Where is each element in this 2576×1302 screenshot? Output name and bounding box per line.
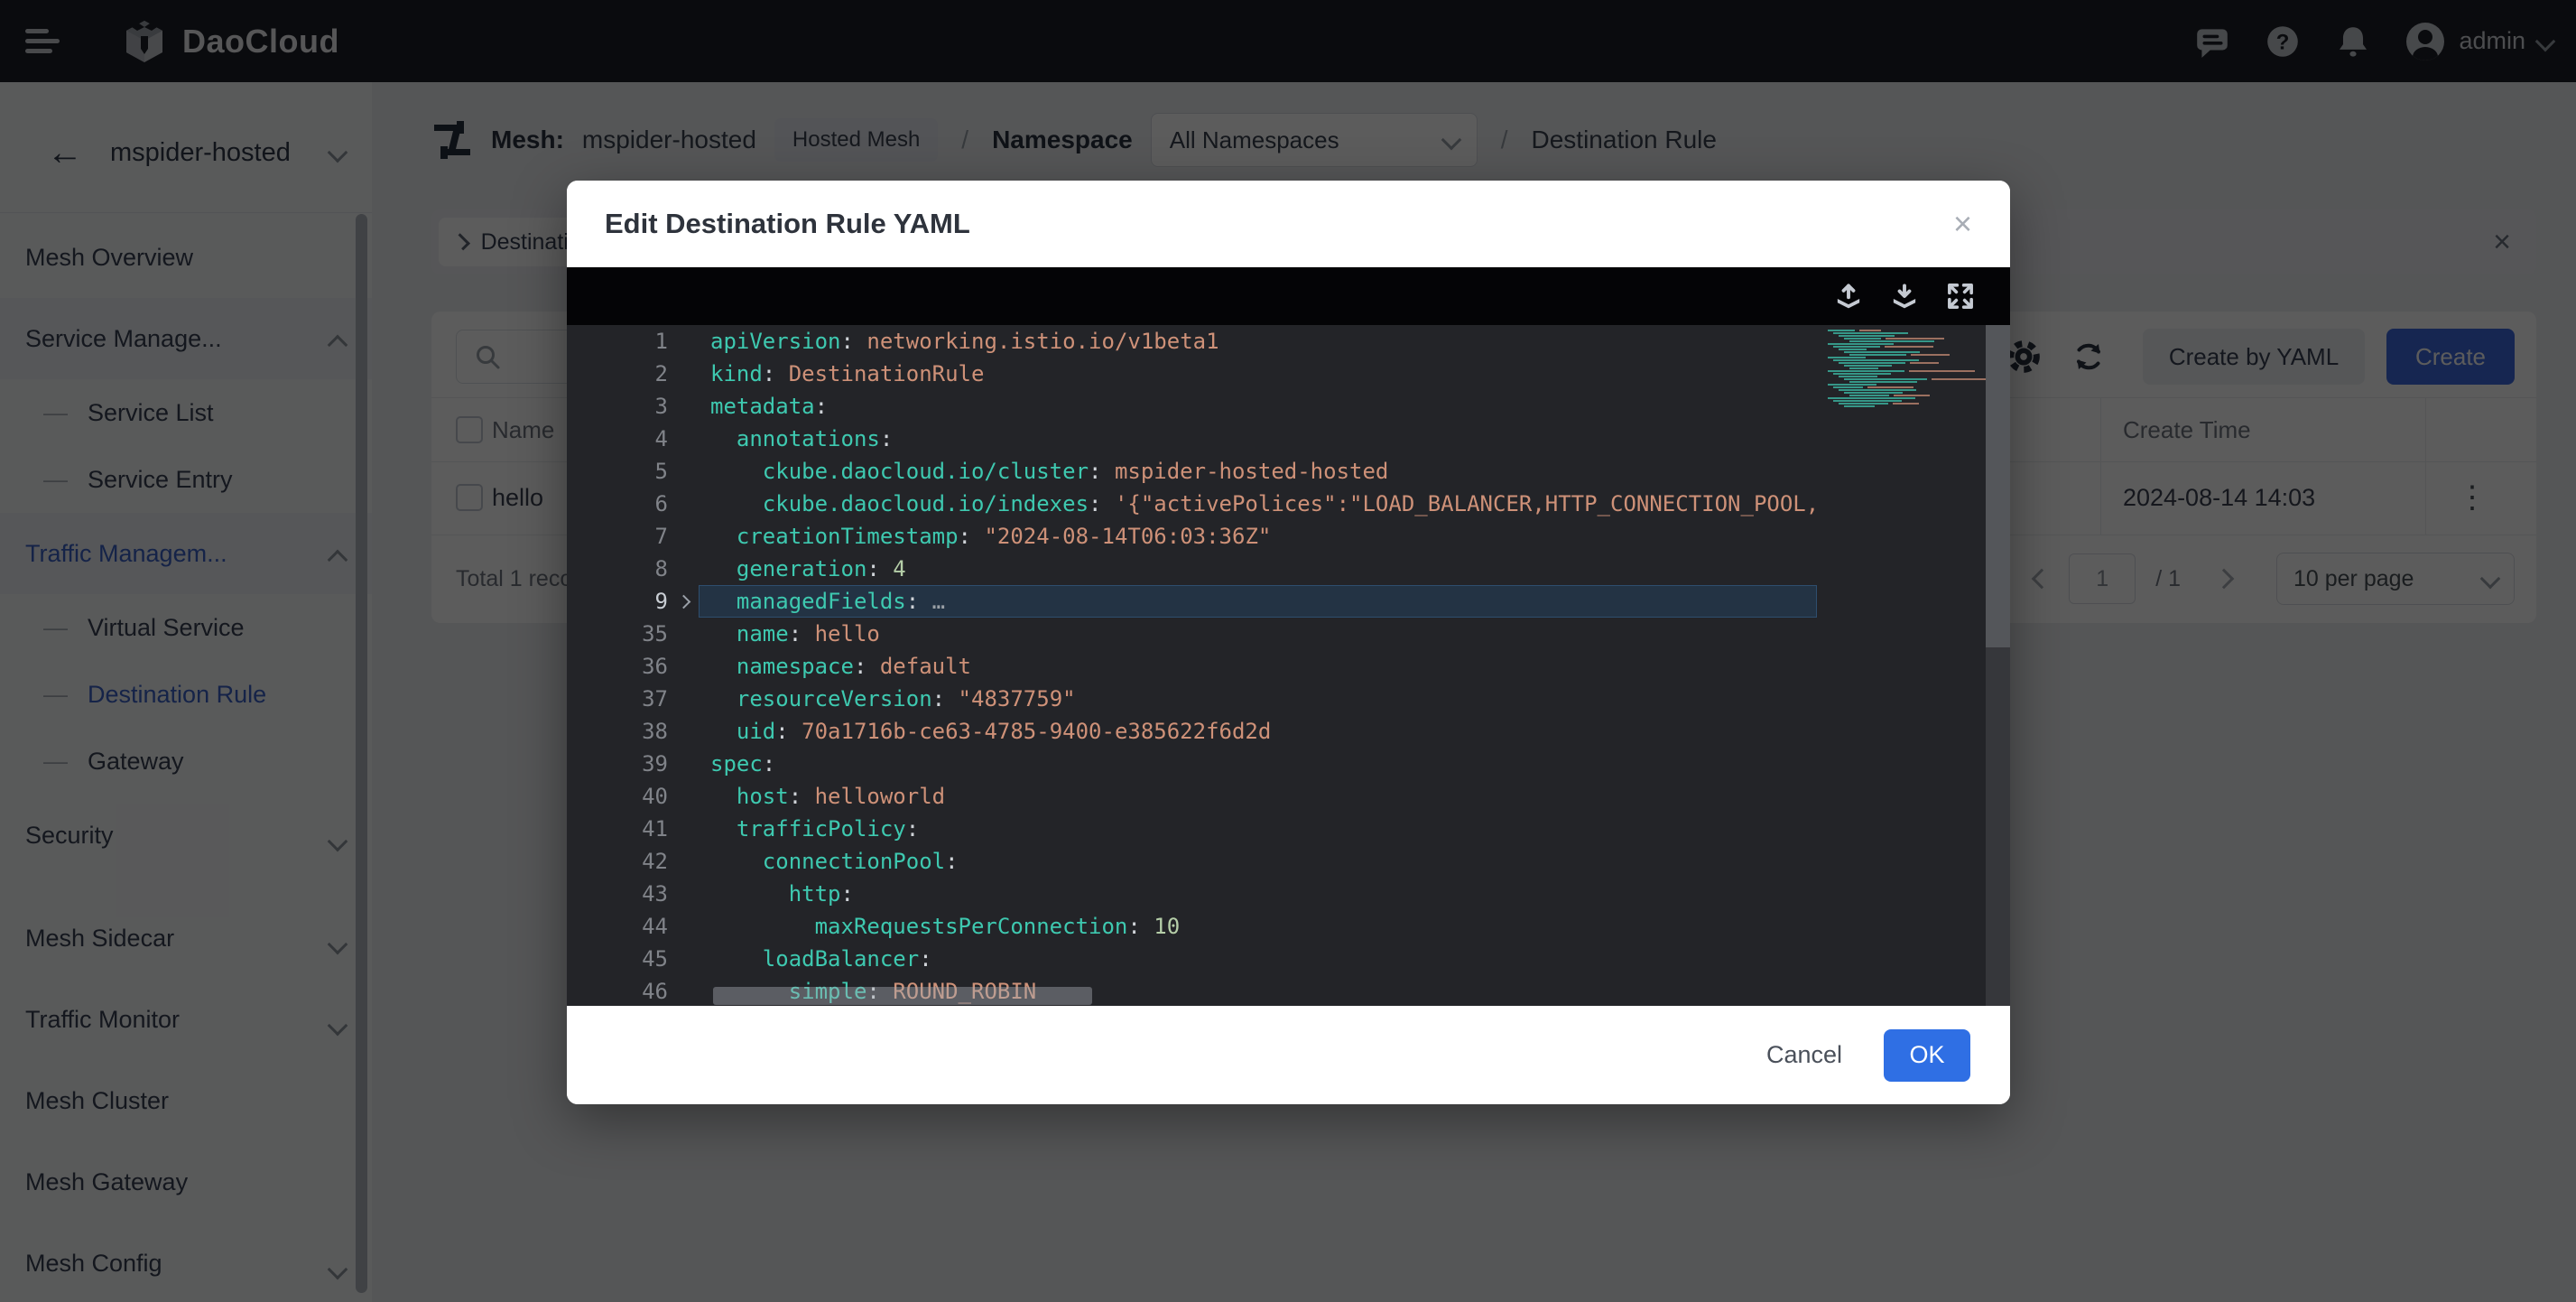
fold-spacer <box>668 488 699 520</box>
cancel-button[interactable]: Cancel <box>1766 1041 1842 1069</box>
code-line-45[interactable]: 45 loadBalancer: <box>567 943 1817 975</box>
fold-spacer <box>668 780 699 813</box>
fullscreen-icon[interactable] <box>1945 281 1976 312</box>
line-number: 46 <box>567 975 668 1006</box>
line-number: 39 <box>567 748 668 780</box>
code-line-8[interactable]: 8 generation: 4 <box>567 553 1817 585</box>
upload-yaml-icon[interactable] <box>1833 281 1864 312</box>
fold-spacer <box>668 553 699 585</box>
fold-spacer <box>668 683 699 715</box>
fold-spacer <box>668 748 699 780</box>
modal-title: Edit Destination Rule YAML <box>605 208 970 240</box>
fold-spacer <box>668 910 699 943</box>
fold-spacer <box>668 878 699 910</box>
code-line-35[interactable]: 35 name: hello <box>567 618 1817 650</box>
line-number: 2 <box>567 358 668 390</box>
app: DaoCloud ? admin <box>0 0 2576 1302</box>
edit-yaml-modal: Edit Destination Rule YAML × 1apiVersion… <box>567 181 2010 1104</box>
ok-button[interactable]: OK <box>1884 1029 1970 1082</box>
line-number: 1 <box>567 325 668 358</box>
line-number: 3 <box>567 390 668 423</box>
code-line-42[interactable]: 42 connectionPool: <box>567 845 1817 878</box>
fold-spacer <box>668 975 699 1006</box>
fold-spacer <box>668 325 699 358</box>
code-line-44[interactable]: 44 maxRequestsPerConnection: 10 <box>567 910 1817 943</box>
editor-toolbar <box>567 267 2010 325</box>
line-number: 5 <box>567 455 668 488</box>
line-number: 9 <box>567 585 668 618</box>
code-line-38[interactable]: 38 uid: 70a1716b-ce63-4785-9400-e385622f… <box>567 715 1817 748</box>
line-number: 41 <box>567 813 668 845</box>
line-number: 42 <box>567 845 668 878</box>
line-number: 7 <box>567 520 668 553</box>
editor-horizontal-scrollbar[interactable] <box>713 987 1092 1005</box>
line-number: 36 <box>567 650 668 683</box>
fold-spacer <box>668 358 699 390</box>
fold-spacer <box>668 943 699 975</box>
line-number: 38 <box>567 715 668 748</box>
modal-close-icon[interactable]: × <box>1953 208 1972 240</box>
line-number: 35 <box>567 618 668 650</box>
minimap-lines <box>1817 325 1986 407</box>
editor-code[interactable]: 1apiVersion: networking.istio.io/v1beta1… <box>567 325 1817 1006</box>
fold-spacer <box>668 715 699 748</box>
code-line-40[interactable]: 40 host: helloworld <box>567 780 1817 813</box>
code-line-3[interactable]: 3metadata: <box>567 390 1817 423</box>
code-line-39[interactable]: 39spec: <box>567 748 1817 780</box>
line-number: 43 <box>567 878 668 910</box>
code-line-7[interactable]: 7 creationTimestamp: "2024-08-14T06:03:3… <box>567 520 1817 553</box>
yaml-editor[interactable]: 1apiVersion: networking.istio.io/v1beta1… <box>567 325 2010 1006</box>
editor-vertical-scrollbar[interactable] <box>1986 325 2010 1006</box>
fold-spacer <box>668 845 699 878</box>
code-line-43[interactable]: 43 http: <box>567 878 1817 910</box>
fold-spacer <box>668 650 699 683</box>
code-line-1[interactable]: 1apiVersion: networking.istio.io/v1beta1 <box>567 325 1817 358</box>
fold-spacer <box>668 390 699 423</box>
code-line-5[interactable]: 5 ckube.daocloud.io/cluster: mspider-hos… <box>567 455 1817 488</box>
line-number: 4 <box>567 423 668 455</box>
fold-spacer <box>668 813 699 845</box>
fold-spacer <box>668 520 699 553</box>
code-line-9[interactable]: 9 managedFields: … <box>567 585 1817 618</box>
line-number: 44 <box>567 910 668 943</box>
line-number: 8 <box>567 553 668 585</box>
code-line-4[interactable]: 4 annotations: <box>567 423 1817 455</box>
code-line-37[interactable]: 37 resourceVersion: "4837759" <box>567 683 1817 715</box>
code-line-36[interactable]: 36 namespace: default <box>567 650 1817 683</box>
line-number: 37 <box>567 683 668 715</box>
code-line-2[interactable]: 2kind: DestinationRule <box>567 358 1817 390</box>
line-number: 6 <box>567 488 668 520</box>
minimap[interactable] <box>1817 325 1986 1006</box>
line-number: 45 <box>567 943 668 975</box>
code-line-41[interactable]: 41 trafficPolicy: <box>567 813 1817 845</box>
fold-spacer <box>668 618 699 650</box>
fold-spacer <box>668 423 699 455</box>
fold-spacer <box>668 455 699 488</box>
download-yaml-icon[interactable] <box>1889 281 1920 312</box>
line-number: 40 <box>567 780 668 813</box>
code-line-6[interactable]: 6 ckube.daocloud.io/indexes: '{"activePo… <box>567 488 1817 520</box>
fold-chevron-icon[interactable] <box>668 585 699 618</box>
